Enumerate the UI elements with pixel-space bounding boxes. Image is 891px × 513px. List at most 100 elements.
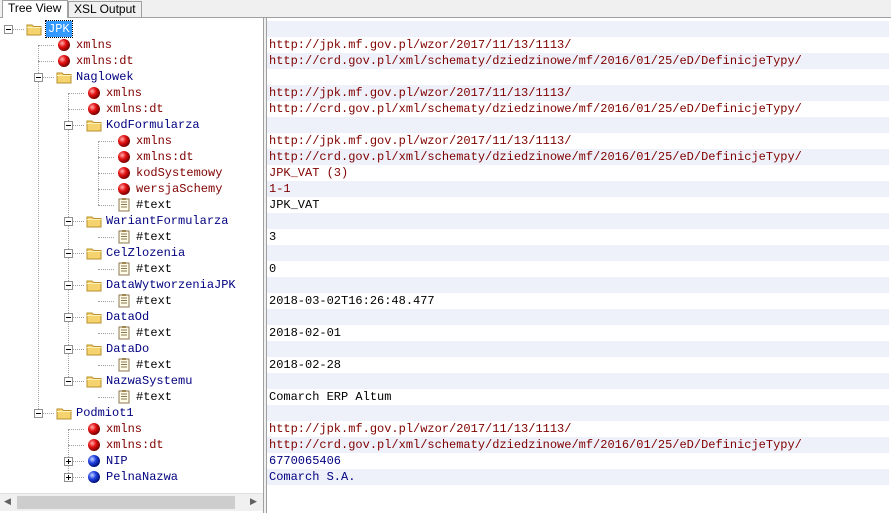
node-value (267, 341, 889, 357)
text-node-icon (116, 390, 132, 404)
node-value: 1-1 (267, 181, 889, 197)
node-value (267, 21, 889, 37)
node-value (267, 309, 889, 325)
node-value: http://crd.gov.pl/xml/schematy/dziedzino… (269, 102, 802, 116)
node-name: PelnaNazwa (106, 470, 179, 484)
text-node-icon (116, 326, 132, 340)
collapse-icon[interactable] (64, 281, 73, 290)
node-name: xmlns (106, 86, 143, 100)
folder-icon (56, 70, 72, 84)
tree-row[interactable]: CelZlozenia (0, 245, 263, 261)
tree-row[interactable]: xmlns:dt (0, 437, 263, 453)
collapse-icon[interactable] (64, 377, 73, 386)
scroll-left-arrow-icon[interactable]: ◀ (4, 497, 11, 508)
node-value: 0 (269, 262, 277, 276)
tree-row[interactable]: xmlns (0, 133, 263, 149)
node-value: http://jpk.mf.gov.pl/wzor/2017/11/13/111… (269, 134, 572, 148)
tab-tree-view[interactable]: Tree View (2, 0, 68, 18)
red-ball-icon (116, 182, 132, 196)
tree-row[interactable]: NIP (0, 453, 263, 469)
tree-row[interactable]: JPK (0, 20, 263, 38)
node-value: http://jpk.mf.gov.pl/wzor/2017/11/13/111… (267, 85, 889, 101)
folder-icon (26, 22, 42, 36)
tree-row[interactable]: PelnaNazwa (0, 469, 263, 485)
node-value: 3 (269, 230, 277, 244)
node-value (267, 69, 889, 85)
node-value (267, 373, 889, 389)
node-name: kodSystemowy (136, 166, 223, 180)
collapse-icon[interactable] (4, 25, 13, 34)
tree-row[interactable]: xmlns (0, 37, 263, 53)
tree-row[interactable]: xmlns:dt (0, 53, 263, 69)
tree-row[interactable]: xmlns:dt (0, 101, 263, 117)
node-name: #text (136, 230, 173, 244)
node-value: 6770065406 (269, 454, 342, 468)
red-ball-icon (86, 422, 102, 436)
node-name: wersjaSchemy (136, 182, 223, 196)
text-node-icon (116, 262, 132, 276)
node-name: xmlns:dt (106, 102, 164, 116)
tree-pane[interactable]: JPK xmlns xmlns:dt Naglowek xmlns xmlns:dt Kod… (0, 18, 263, 513)
red-ball-icon (86, 438, 102, 452)
tree-row[interactable]: #text (0, 357, 263, 373)
collapse-icon[interactable] (64, 249, 73, 258)
expand-icon[interactable] (64, 473, 73, 482)
node-name: DataDo (106, 342, 150, 356)
tree-row[interactable]: KodFormularza (0, 117, 263, 133)
node-value: JPK_VAT (269, 198, 320, 212)
tree-row[interactable]: NazwaSystemu (0, 373, 263, 389)
tree-row[interactable]: Podmiot1 (0, 405, 263, 421)
tree-row[interactable]: DataOd (0, 309, 263, 325)
node-name: xmlns (136, 134, 173, 148)
tree-row[interactable]: #text (0, 389, 263, 405)
scrollbar-thumb[interactable] (17, 496, 235, 509)
tree-row[interactable]: Naglowek (0, 69, 263, 85)
node-name: #text (136, 358, 173, 372)
red-ball-icon (116, 134, 132, 148)
node-name: WariantFormularza (106, 214, 229, 228)
node-name: #text (136, 326, 173, 340)
collapse-icon[interactable] (64, 217, 73, 226)
node-name: DataOd (106, 310, 150, 324)
collapse-icon[interactable] (64, 345, 73, 354)
tree-row[interactable]: xmlns (0, 421, 263, 437)
tree-row[interactable]: DataDo (0, 341, 263, 357)
text-node-icon (116, 358, 132, 372)
tree-row[interactable]: xmlns (0, 85, 263, 101)
node-name: NazwaSystemu (106, 374, 193, 388)
node-value: http://crd.gov.pl/xml/schematy/dziedzino… (267, 149, 889, 165)
red-ball-icon (116, 166, 132, 180)
value-pane: http://jpk.mf.gov.pl/wzor/2017/11/13/111… (267, 18, 891, 513)
collapse-icon[interactable] (34, 73, 43, 82)
tree-row[interactable]: xmlns:dt (0, 149, 263, 165)
tree-row[interactable]: #text (0, 325, 263, 341)
collapse-icon[interactable] (64, 121, 73, 130)
node-value: 2018-02-01 (269, 326, 342, 340)
tree-row[interactable]: #text (0, 293, 263, 309)
tree-row[interactable]: WariantFormularza (0, 213, 263, 229)
node-value (267, 117, 889, 133)
node-value (267, 277, 889, 293)
tree-row[interactable]: wersjaSchemy (0, 181, 263, 197)
tree-row[interactable]: kodSystemowy (0, 165, 263, 181)
scroll-right-arrow-icon[interactable]: ▶ (250, 497, 257, 508)
folder-icon (56, 406, 72, 420)
node-name: DataWytworzeniaJPK (106, 278, 236, 292)
node-name: Podmiot1 (76, 406, 134, 420)
tab-xsl-output[interactable]: XSL Output (68, 1, 142, 17)
text-node-icon (116, 294, 132, 308)
node-value: http://crd.gov.pl/xml/schematy/dziedzino… (267, 437, 889, 453)
collapse-icon[interactable] (64, 313, 73, 322)
node-value (267, 405, 889, 421)
tree-row[interactable]: #text (0, 197, 263, 213)
tree-row[interactable]: #text (0, 229, 263, 245)
tree-row[interactable]: DataWytworzeniaJPK (0, 277, 263, 293)
node-name: xmlns:dt (106, 438, 164, 452)
collapse-icon[interactable] (34, 409, 43, 418)
node-value: http://jpk.mf.gov.pl/wzor/2017/11/13/111… (269, 38, 572, 52)
tab-bar: Tree View XSL Output (0, 0, 891, 18)
tree-row[interactable]: #text (0, 261, 263, 277)
horizontal-scrollbar[interactable]: ◀ ▶ (0, 493, 263, 511)
red-ball-icon (86, 102, 102, 116)
expand-icon[interactable] (64, 457, 73, 466)
